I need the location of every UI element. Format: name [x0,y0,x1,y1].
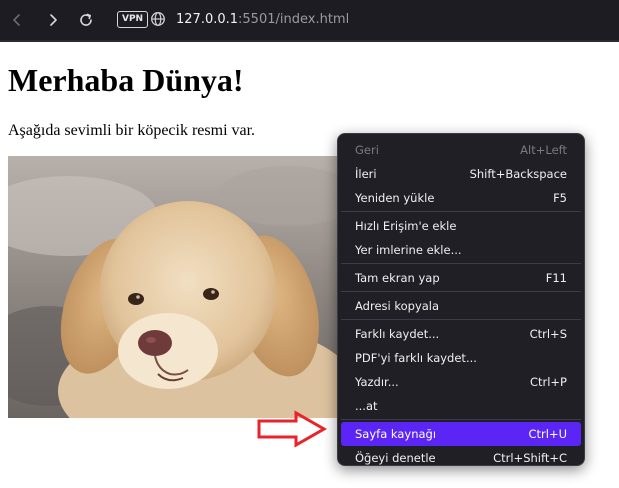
menu-separator [341,291,581,292]
menu-separator [341,419,581,420]
menu-item-sayfa-kaynağı[interactable]: Sayfa kaynağı Ctrl+U [341,422,581,446]
menu-item-label: İleri [355,167,377,181]
chevron-right-icon [50,14,57,26]
menu-item-i-leri[interactable]: İleri Shift+Backspace [341,162,581,186]
menu-item-label: ...at [355,399,378,413]
menu-item-öğeyi-denetle[interactable]: Öğeyi denetle Ctrl+Shift+C [341,446,581,470]
menu-separator [341,211,581,212]
menu-item-adresi-kopyala[interactable]: Adresi kopyala [341,294,581,318]
address-bar[interactable]: 127.0.0.1:5501/index.html [176,11,349,29]
menu-item-label: Geri [355,143,379,157]
menu-item-label: Adresi kopyala [355,299,440,313]
menu-item-label: Tam ekran yap [355,271,440,285]
menu-item-shortcut: Alt+Left [520,143,567,157]
context-menu: Geri Alt+Left İleri Shift+Backspace Yeniden … [337,133,585,466]
menu-item-shortcut: Ctrl+P [529,375,567,389]
menu-item-farklı-kaydet[interactable]: Farklı kaydet... Ctrl+S [341,322,581,346]
menu-separator [341,263,581,264]
reload-button[interactable] [77,11,95,29]
menu-item-hızlı-erişim-e-ekle[interactable]: Hızlı Erişim'e ekle [341,214,581,238]
menu-item-label: Yeniden yükle [355,191,435,205]
menu-item-label: Yer imlerine ekle... [355,243,462,257]
menu-separator [341,319,581,320]
menu-item-yer-imlerine-ekle[interactable]: Yer imlerine ekle... [341,238,581,262]
red-arrow-icon [257,410,328,448]
menu-item-shortcut: Ctrl+S [529,327,567,341]
menu-item-geri[interactable]: Geri Alt+Left [341,138,581,162]
forward-button[interactable] [44,11,62,29]
menu-item-shortcut: Ctrl+Shift+C [493,451,567,465]
menu-item-shortcut: Shift+Backspace [469,167,567,181]
menu-item-label: Sayfa kaynağı [355,427,437,441]
page-edge [0,40,619,42]
page-title: Merhaba Dünya! [8,62,244,98]
menu-item-label: Yazdır... [355,375,399,389]
menu-item-shortcut: F11 [545,271,567,285]
dog-photo [8,156,340,418]
menu-item-tam-ekran-yap[interactable]: Tam ekran yap F11 [341,266,581,290]
menu-item-shortcut: F5 [553,191,567,205]
browser-toolbar: VPN 127.0.0.1:5501/index.html [0,0,619,40]
menu-item-label: PDF'yi farklı kaydet... [355,351,477,365]
vpn-badge[interactable]: VPN [117,11,149,28]
globe-icon[interactable] [150,11,166,27]
menu-item-at[interactable]: ...at [341,394,581,418]
menu-item-yeniden-yükle[interactable]: Yeniden yükle F5 [341,186,581,210]
reload-icon [80,13,92,26]
url-path: :5501/index.html [238,12,350,27]
menu-item-label: Hızlı Erişim'e ekle [355,219,457,233]
menu-item-yazdır[interactable]: Yazdır... Ctrl+P [341,370,581,394]
menu-item-pdf-yi-farklı-kaydet[interactable]: PDF'yi farklı kaydet... [341,346,581,370]
chevron-left-icon [13,14,20,26]
menu-item-label: Farklı kaydet... [355,327,440,341]
page-text: Aşağıda sevimli bir köpecik resmi var. [8,122,256,139]
menu-item-label: Öğeyi denetle [355,451,436,465]
url-host: 127.0.0.1 [176,12,239,27]
back-button[interactable] [8,11,26,29]
menu-item-shortcut: Ctrl+U [528,427,567,441]
